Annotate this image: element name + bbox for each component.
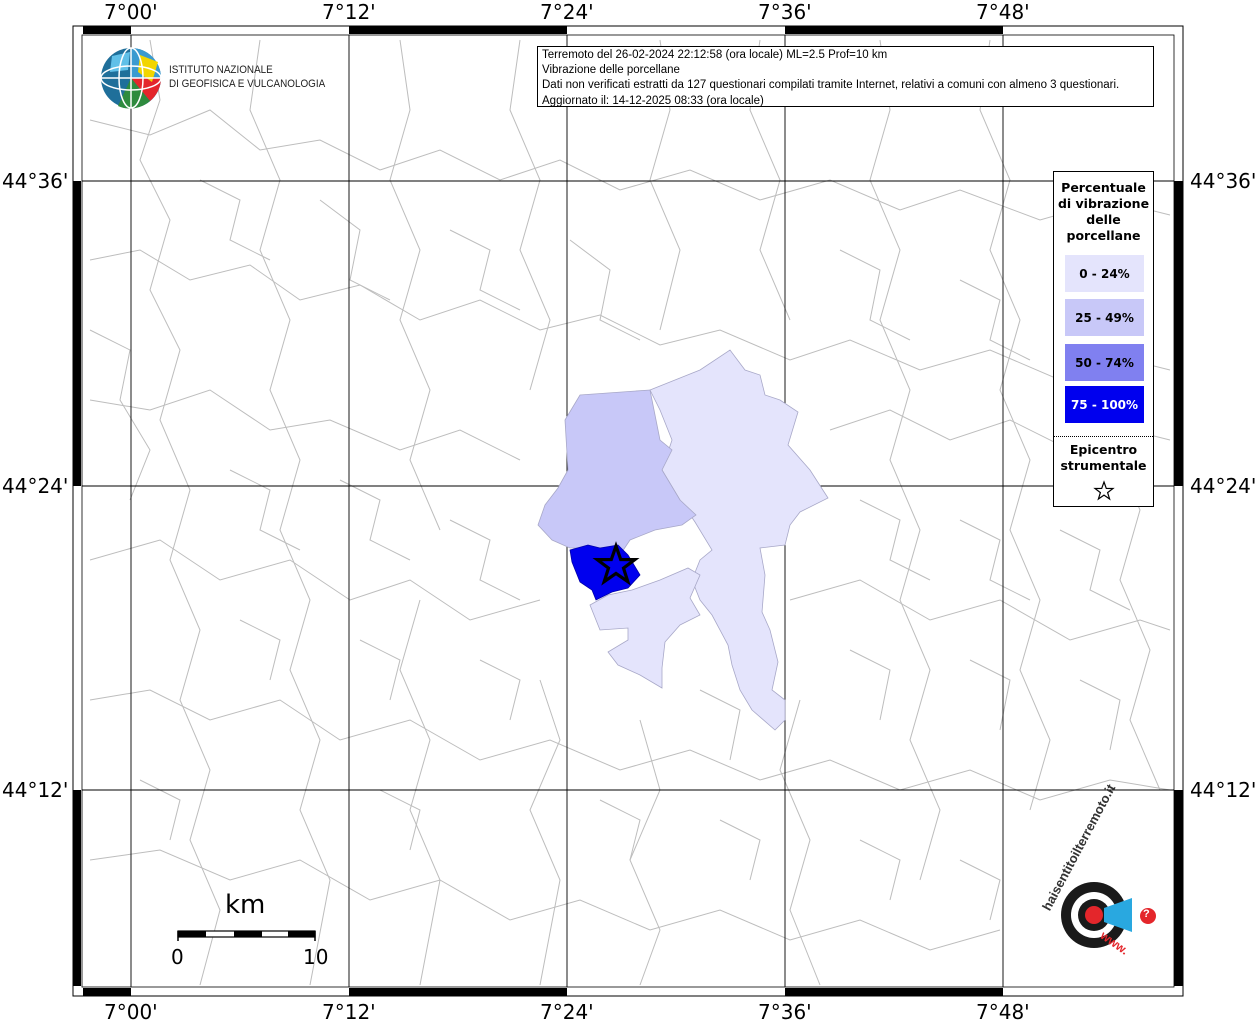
lon-label-top-2: 7°12' xyxy=(322,0,376,24)
legend-epicenter-line2: strumentale xyxy=(1060,458,1147,473)
haisentitoilterremoto-text-block: haisentitoilterremoto.it www. ? xyxy=(1037,782,1157,976)
lat-label-right-1: 44°36' xyxy=(1190,169,1256,193)
event-info-line2: Vibrazione delle porcellane xyxy=(542,64,680,77)
lon-label-top-1: 7°00' xyxy=(104,0,158,24)
lat-label-right-2: 44°24' xyxy=(1190,474,1256,498)
ingv-logo-line1: ISTITUTO NAZIONALE xyxy=(169,64,273,76)
legend-item-25-49: 25 - 49% xyxy=(1065,299,1144,336)
event-info-line3: Dati non verificati estratti da 127 ques… xyxy=(542,79,1120,92)
scale-end-label: 10 xyxy=(303,945,329,969)
lon-label-bottom-4: 7°36' xyxy=(758,1000,812,1024)
lon-label-top-5: 7°48' xyxy=(976,0,1030,24)
legend-title-line2: di vibrazione xyxy=(1057,196,1150,211)
event-info-line4: Aggiornato il: 14-12-2025 08:33 (ora loc… xyxy=(542,94,764,107)
event-info-line1: Terremoto del 26-02-2024 22:12:58 (ora l… xyxy=(542,49,888,61)
scale-unit-label: km xyxy=(225,890,266,920)
legend-title: Percentuale di vibrazione delle porcella… xyxy=(1054,180,1153,244)
lon-label-bottom-3: 7°24' xyxy=(540,1000,594,1024)
haisentitoilterremoto-www: www. xyxy=(1097,928,1132,958)
star-icon xyxy=(1093,480,1115,501)
lon-label-top-4: 7°36' xyxy=(758,0,812,24)
lat-label-left-2: 44°24' xyxy=(2,474,69,498)
legend-item-0-24: 0 - 24% xyxy=(1065,255,1144,292)
event-info-box: Terremoto del 26-02-2024 22:12:58 (ora l… xyxy=(537,46,1154,107)
legend: Percentuale di vibrazione delle porcella… xyxy=(1053,171,1154,507)
lat-label-right-3: 44°12' xyxy=(1190,778,1256,802)
legend-epicenter-label: Epicentro strumentale xyxy=(1054,442,1153,474)
ingv-logo-line2: DI GEOFISICA E VULCANOLOGIA xyxy=(169,78,326,90)
legend-title-line1: Percentuale xyxy=(1061,180,1146,195)
haisentitoilterremoto-question: ? xyxy=(1143,908,1150,920)
legend-item-75-100: 75 - 100% xyxy=(1065,386,1144,423)
lon-label-bottom-1: 7°00' xyxy=(104,1000,158,1024)
legend-epicenter-line1: Epicentro xyxy=(1069,442,1138,457)
lon-label-bottom-5: 7°48' xyxy=(976,1000,1030,1024)
legend-title-line4: porcellane xyxy=(1066,228,1141,243)
lat-label-left-1: 44°36' xyxy=(2,169,69,193)
legend-item-50-74: 50 - 74% xyxy=(1065,344,1144,381)
legend-title-line3: delle xyxy=(1086,212,1121,227)
lat-label-left-3: 44°12' xyxy=(2,778,69,802)
ingv-logo-text: ISTITUTO NAZIONALE DI GEOFISICA E VULCAN… xyxy=(169,63,325,91)
legend-separator xyxy=(1054,436,1153,437)
lon-label-top-3: 7°24' xyxy=(540,0,594,24)
lon-label-bottom-2: 7°12' xyxy=(322,1000,376,1024)
scale-start-label: 0 xyxy=(171,945,184,969)
